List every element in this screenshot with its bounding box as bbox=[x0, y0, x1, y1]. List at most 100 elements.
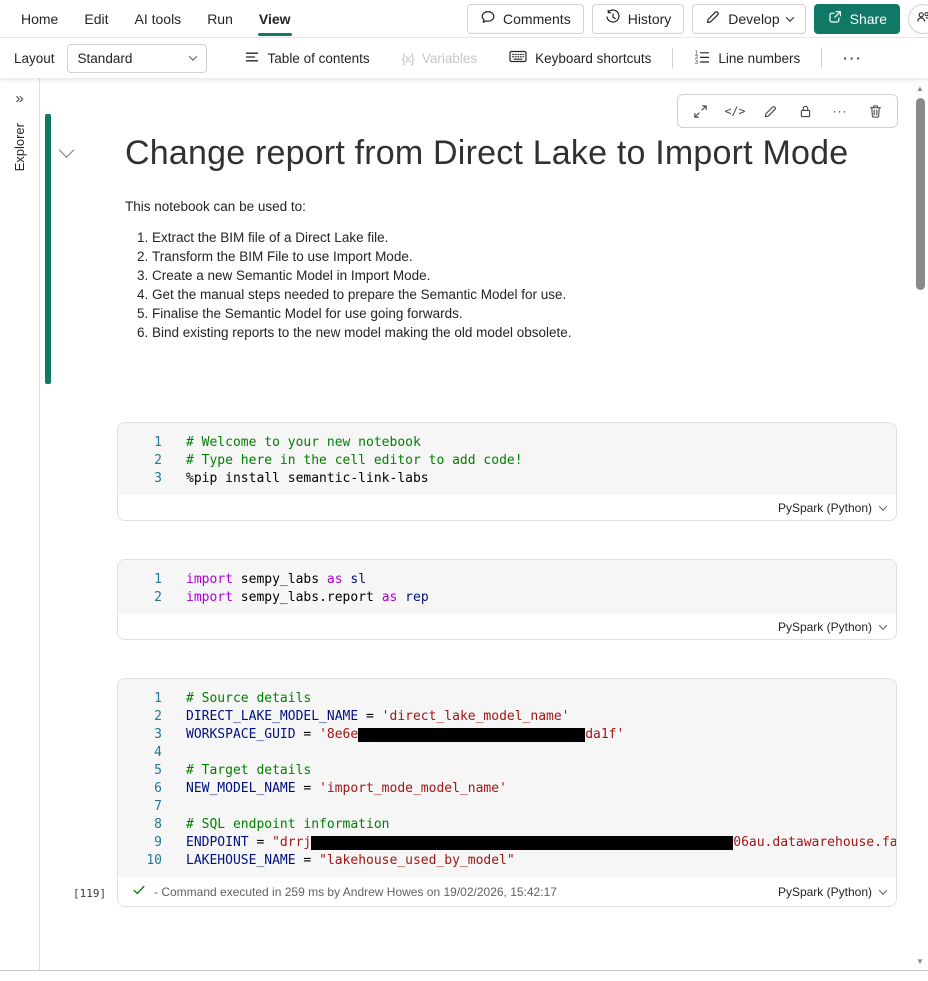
code-line[interactable]: 1# Welcome to your new notebook bbox=[118, 434, 896, 452]
menu-item-ai-tools[interactable]: AI tools bbox=[121, 0, 194, 37]
code-line[interactable]: 2# Type here in the cell editor to add c… bbox=[118, 452, 896, 470]
code-line[interactable]: 7 bbox=[118, 798, 896, 816]
language-picker[interactable]: PySpark (Python) bbox=[778, 501, 886, 515]
develop-button[interactable]: Develop bbox=[692, 4, 805, 34]
menu-bar: Home Edit AI tools Run View Comments His… bbox=[0, 0, 928, 38]
cell-toolbar: </> ··· bbox=[677, 94, 898, 128]
markdown-body: Change report from Direct Lake to Import… bbox=[125, 114, 867, 384]
menu-item-run[interactable]: Run bbox=[194, 0, 246, 37]
keyboard-shortcuts-button[interactable]: Keyboard shortcuts bbox=[498, 43, 662, 73]
code-line[interactable]: 4 bbox=[118, 744, 896, 762]
line-number: 2 bbox=[118, 452, 162, 470]
cell-footer: - Command executed in 259 ms by Andrew H… bbox=[118, 877, 896, 906]
markdown-step: Bind existing reports to the new model m… bbox=[152, 323, 867, 342]
run-status-text: - Command executed in 259 ms by Andrew H… bbox=[154, 885, 557, 899]
code-cell[interactable]: 1# Welcome to your new notebook2# Type h… bbox=[117, 422, 897, 521]
code-line[interactable]: 6NEW_MODEL_NAME = 'import_mode_model_nam… bbox=[118, 780, 896, 798]
code-cell[interactable]: [119] 1# Source details2DIRECT_LAKE_MODE… bbox=[117, 678, 897, 907]
chevron-down-icon bbox=[188, 52, 196, 60]
code-editor[interactable]: 1# Source details2DIRECT_LAKE_MODEL_NAME… bbox=[118, 679, 896, 877]
line-number: 4 bbox=[118, 744, 162, 762]
menu-item-edit[interactable]: Edit bbox=[71, 0, 121, 37]
explorer-collapsed-pane: » Explorer bbox=[0, 78, 40, 970]
table-of-contents-icon bbox=[244, 49, 260, 68]
code-line[interactable]: 2DIRECT_LAKE_MODEL_NAME = 'direct_lake_m… bbox=[118, 708, 896, 726]
menu-item-home[interactable]: Home bbox=[8, 0, 71, 37]
table-of-contents-label: Table of contents bbox=[268, 51, 370, 66]
code-editor[interactable]: 1import sempy_labs as sl2import sempy_la… bbox=[118, 560, 896, 614]
comment-icon bbox=[480, 9, 496, 28]
code-line[interactable]: 8# SQL endpoint information bbox=[118, 816, 896, 834]
layout-dropdown[interactable]: Standard bbox=[67, 44, 207, 73]
comments-button-label: Comments bbox=[503, 11, 571, 27]
expand-cell-icon[interactable] bbox=[686, 100, 714, 122]
delete-cell-icon[interactable] bbox=[861, 100, 889, 122]
share-button-label: Share bbox=[850, 11, 887, 27]
line-number: 6 bbox=[118, 780, 162, 798]
explorer-pane-label[interactable]: Explorer bbox=[12, 123, 27, 171]
code-line[interactable]: 1import sempy_labs as sl bbox=[118, 571, 896, 589]
code-editor[interactable]: 1# Welcome to your new notebook2# Type h… bbox=[118, 423, 896, 495]
expand-pane-icon[interactable]: » bbox=[15, 90, 23, 107]
code-line[interactable]: 2import sempy_labs.report as rep bbox=[118, 589, 896, 607]
chevron-down-icon bbox=[879, 502, 887, 510]
code-line[interactable]: 10LAKEHOUSE_NAME = "lakehouse_used_by_mo… bbox=[118, 852, 896, 870]
header-actions: Comments History Develop Share bbox=[467, 4, 922, 34]
markdown-step: Extract the BIM file of a Direct Lake fi… bbox=[152, 228, 867, 247]
code-cell[interactable]: 1import sempy_labs as sl2import sempy_la… bbox=[117, 559, 897, 640]
scrollbar-thumb[interactable] bbox=[916, 98, 925, 290]
code-line[interactable]: 3%pip install semantic-link-labs bbox=[118, 470, 896, 488]
markdown-steps-list: Extract the BIM file of a Direct Lake fi… bbox=[125, 228, 867, 342]
markdown-title: Change report from Direct Lake to Import… bbox=[125, 127, 867, 179]
language-label: PySpark (Python) bbox=[778, 885, 872, 899]
toolbar-separator bbox=[672, 48, 673, 68]
language-picker[interactable]: PySpark (Python) bbox=[778, 885, 886, 899]
language-label: PySpark (Python) bbox=[778, 501, 872, 515]
cell-footer: PySpark (Python) bbox=[118, 495, 896, 520]
variables-button[interactable]: {x} Variables bbox=[391, 43, 488, 73]
chevron-down-icon bbox=[785, 13, 793, 21]
share-button[interactable]: Share bbox=[814, 4, 900, 34]
main-area: » Explorer </> ··· Change report from Di… bbox=[0, 78, 928, 970]
history-icon bbox=[605, 9, 621, 28]
history-button[interactable]: History bbox=[592, 4, 685, 34]
code-line[interactable]: 9ENDPOINT = "drrj06au.datawarehouse.fabr… bbox=[118, 834, 896, 852]
people-button[interactable] bbox=[908, 4, 928, 34]
edit-cell-icon[interactable] bbox=[756, 100, 784, 122]
markdown-step: Finalise the Semantic Model for use goin… bbox=[152, 304, 867, 323]
line-number: 8 bbox=[118, 816, 162, 834]
markdown-cell[interactable]: Change report from Direct Lake to Import… bbox=[45, 114, 884, 384]
variables-icon: {x} bbox=[402, 51, 414, 66]
collapse-cell-button[interactable] bbox=[61, 114, 85, 384]
view-source-icon[interactable]: </> bbox=[721, 100, 749, 122]
menu-items: Home Edit AI tools Run View bbox=[8, 0, 304, 37]
comments-button[interactable]: Comments bbox=[467, 4, 584, 34]
cell-more-icon[interactable]: ··· bbox=[826, 100, 854, 122]
lock-cell-icon[interactable] bbox=[791, 100, 819, 122]
vertical-scrollbar: ▲ ▼ bbox=[913, 78, 928, 970]
markdown-step: Get the manual steps needed to prepare t… bbox=[152, 285, 867, 304]
line-number: 5 bbox=[118, 762, 162, 780]
line-numbers-label: Line numbers bbox=[718, 51, 800, 66]
execution-count: [119] bbox=[73, 887, 106, 900]
menu-item-view[interactable]: View bbox=[246, 0, 304, 37]
redaction-box bbox=[311, 836, 733, 850]
scroll-down-arrow[interactable]: ▼ bbox=[916, 957, 924, 966]
code-line[interactable]: 3WORKSPACE_GUID = '8e6eda1f' bbox=[118, 726, 896, 744]
code-line[interactable]: 1# Source details bbox=[118, 690, 896, 708]
view-toolbar: Layout Standard Table of contents {x} Va… bbox=[0, 38, 928, 78]
line-number: 9 bbox=[118, 834, 162, 852]
line-number: 1 bbox=[118, 434, 162, 452]
line-numbers-button[interactable]: 123 Line numbers bbox=[683, 43, 811, 73]
notebook-canvas: </> ··· Change report from Direct Lake t… bbox=[40, 78, 928, 970]
code-line[interactable]: 5# Target details bbox=[118, 762, 896, 780]
table-of-contents-button[interactable]: Table of contents bbox=[233, 43, 381, 73]
scroll-up-arrow[interactable]: ▲ bbox=[916, 84, 924, 93]
keyboard-icon bbox=[509, 49, 527, 67]
run-status: - Command executed in 259 ms by Andrew H… bbox=[132, 883, 557, 900]
layout-dropdown-value: Standard bbox=[78, 51, 133, 66]
language-picker[interactable]: PySpark (Python) bbox=[778, 620, 886, 634]
line-number: 1 bbox=[118, 571, 162, 589]
language-label: PySpark (Python) bbox=[778, 620, 872, 634]
toolbar-more-button[interactable]: ··· bbox=[832, 43, 874, 73]
